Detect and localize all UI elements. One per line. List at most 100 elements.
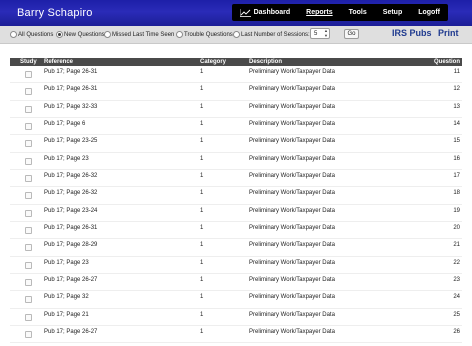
- category-cell: 1: [200, 328, 204, 335]
- description-cell: Preliminary Work/Taxpayer Data: [249, 172, 335, 179]
- reference-cell: Pub 17; Page 28-29: [44, 242, 98, 249]
- description-cell: Preliminary Work/Taxpayer Data: [249, 86, 335, 93]
- description-cell: Preliminary Work/Taxpayer Data: [249, 259, 335, 266]
- description-cell: Preliminary Work/Taxpayer Data: [249, 155, 335, 162]
- study-checkbox[interactable]: [25, 192, 32, 200]
- study-checkbox[interactable]: [25, 157, 32, 165]
- sessions-select[interactable]: 5 ▲ ▼: [310, 28, 330, 39]
- question-table-body: Pub 17; Page 26-31 1 Preliminary Work/Taxp…: [10, 66, 462, 344]
- description-cell: Preliminary Work/Taxpayer Data: [249, 207, 335, 214]
- radio-label: Last Number of Sessions:: [241, 31, 310, 38]
- stepper-arrows-icon[interactable]: ▲ ▼: [324, 28, 328, 38]
- irs-pubs-link[interactable]: IRS Pubs: [392, 28, 432, 38]
- table-row: Pub 17; Page 26-32 1 Preliminary Work/Taxp…: [10, 170, 462, 188]
- radio-button[interactable]: [10, 31, 17, 38]
- radio-missed-last-time[interactable]: Missed Last Time Seen: [104, 30, 174, 39]
- study-checkbox[interactable]: [25, 122, 32, 130]
- table-row: Pub 17; Page 26-27 1 Preliminary Work/Taxp…: [10, 274, 462, 292]
- table-row: Pub 17; Page 23-24 1 Preliminary Work/Taxp…: [10, 205, 462, 222]
- table-row: Pub 17; Page 26-31 1 Preliminary Work/Taxp…: [10, 66, 462, 84]
- radio-label: New Questions: [64, 31, 105, 38]
- nav-logoff[interactable]: Logoff: [410, 4, 448, 21]
- description-cell: Preliminary Work/Taxpayer Data: [249, 224, 335, 231]
- reference-cell: Pub 17; Page 23-25: [44, 138, 98, 145]
- question-cell: 26: [453, 328, 460, 335]
- question-cell: 11: [453, 69, 460, 75]
- radio-button[interactable]: [176, 31, 183, 38]
- category-cell: 1: [200, 172, 204, 179]
- reference-cell: Pub 17; Page 26-31: [44, 69, 98, 75]
- line-chart-icon: [239, 8, 251, 17]
- study-checkbox[interactable]: [25, 330, 32, 338]
- table-row: Pub 17; Page 23 1 Preliminary Work/Taxpaye…: [10, 153, 462, 170]
- question-cell: 20: [453, 224, 460, 231]
- description-cell: Preliminary Work/Taxpayer Data: [249, 242, 335, 249]
- description-cell: Preliminary Work/Taxpayer Data: [249, 276, 335, 283]
- reference-cell: Pub 17; Page 6: [44, 120, 86, 127]
- category-cell: 1: [200, 242, 204, 249]
- app-header: Barry Schapiro Dashboard Reports Tools S…: [0, 0, 472, 26]
- study-checkbox[interactable]: [25, 296, 32, 304]
- description-cell: Preliminary Work/Taxpayer Data: [249, 69, 335, 75]
- nav-reports[interactable]: Reports: [298, 4, 340, 21]
- reference-cell: Pub 17; Page 26-27: [44, 328, 98, 335]
- sessions-value: 5: [314, 30, 318, 37]
- description-cell: Preliminary Work/Taxpayer Data: [249, 190, 335, 197]
- nav-dashboard[interactable]: Dashboard: [232, 4, 299, 21]
- reference-cell: Pub 17; Page 26-32: [44, 190, 98, 197]
- radio-new-questions[interactable]: New Questions: [56, 30, 105, 39]
- question-cell: 19: [453, 207, 460, 214]
- table-row: Pub 17; Page 26-27 1 Preliminary Work/Taxp…: [10, 326, 462, 344]
- category-cell: 1: [200, 155, 204, 162]
- radio-trouble-questions[interactable]: Trouble Questions: [176, 30, 233, 39]
- category-cell: 1: [200, 69, 204, 75]
- description-cell: Preliminary Work/Taxpayer Data: [249, 294, 335, 301]
- table-row: Pub 17; Page 32-33 1 Preliminary Work/Taxp…: [10, 101, 462, 118]
- study-checkbox[interactable]: [25, 71, 32, 78]
- category-cell: 1: [200, 294, 204, 301]
- nav-tools[interactable]: Tools: [341, 4, 375, 21]
- reference-cell: Pub 17; Page 21: [44, 311, 89, 318]
- question-cell: 14: [453, 120, 460, 127]
- main-nav: Dashboard Reports Tools Setup Logoff: [231, 4, 448, 21]
- study-checkbox[interactable]: [25, 88, 32, 96]
- reference-cell: Pub 17; Page 26-27: [44, 276, 98, 283]
- radio-button[interactable]: [104, 31, 111, 38]
- study-checkbox[interactable]: [25, 278, 32, 286]
- study-checkbox[interactable]: [25, 261, 32, 269]
- question-cell: 24: [453, 294, 460, 301]
- study-checkbox[interactable]: [25, 209, 32, 217]
- study-checkbox[interactable]: [25, 140, 32, 148]
- radio-label: All Questions: [18, 31, 54, 38]
- column-header-question: Question: [433, 59, 460, 65]
- question-cell: 23: [453, 276, 460, 283]
- nav-setup-label: Setup: [382, 9, 403, 16]
- question-cell: 15: [453, 138, 460, 145]
- print-link[interactable]: Print: [438, 28, 459, 38]
- radio-button-selected[interactable]: [56, 31, 63, 38]
- description-cell: Preliminary Work/Taxpayer Data: [249, 328, 335, 335]
- go-button[interactable]: Go: [344, 29, 359, 39]
- category-cell: 1: [200, 207, 204, 214]
- study-checkbox[interactable]: [25, 105, 32, 113]
- study-checkbox[interactable]: [25, 244, 32, 252]
- reference-cell: Pub 17; Page 23: [44, 259, 89, 266]
- question-cell: 13: [453, 103, 460, 110]
- category-cell: 1: [200, 103, 204, 110]
- study-checkbox[interactable]: [25, 174, 32, 182]
- category-cell: 1: [200, 224, 204, 231]
- table-row: Pub 17; Page 26-31 1 Preliminary Work/Taxp…: [10, 83, 462, 101]
- radio-label: Trouble Questions: [184, 31, 233, 38]
- radio-button[interactable]: [233, 31, 240, 38]
- study-checkbox[interactable]: [25, 313, 32, 321]
- radio-label: Missed Last Time Seen: [112, 31, 175, 38]
- table-row: Pub 17; Page 23 1 Preliminary Work/Taxpaye…: [10, 257, 462, 274]
- reference-cell: Pub 17; Page 26-31: [44, 224, 98, 231]
- nav-setup[interactable]: Setup: [375, 4, 410, 21]
- column-header-description: Description: [249, 59, 283, 65]
- radio-all-questions[interactable]: All Questions: [10, 30, 53, 39]
- nav-dashboard-label: Dashboard: [253, 9, 291, 16]
- reference-cell: Pub 17; Page 26-31: [44, 86, 98, 93]
- radio-last-sessions[interactable]: Last Number of Sessions:: [233, 30, 310, 39]
- study-checkbox[interactable]: [25, 226, 32, 234]
